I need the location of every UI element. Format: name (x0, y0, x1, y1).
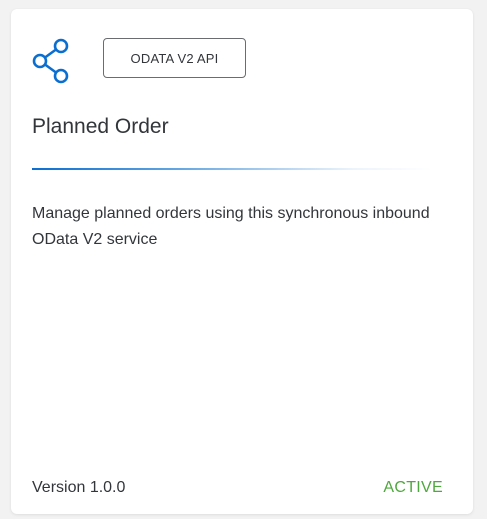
api-type-badge: ODATA V2 API (103, 38, 246, 78)
card-title: Planned Order (32, 115, 169, 138)
status-label: ACTIVE (383, 479, 443, 496)
share-icon (31, 37, 75, 85)
card-description: Manage planned orders using this synchro… (32, 205, 430, 248)
api-card[interactable]: ODATA V2 API Planned Order Manage planne… (11, 9, 473, 514)
divider (32, 168, 432, 170)
version-label: Version 1.0.0 (32, 479, 126, 496)
